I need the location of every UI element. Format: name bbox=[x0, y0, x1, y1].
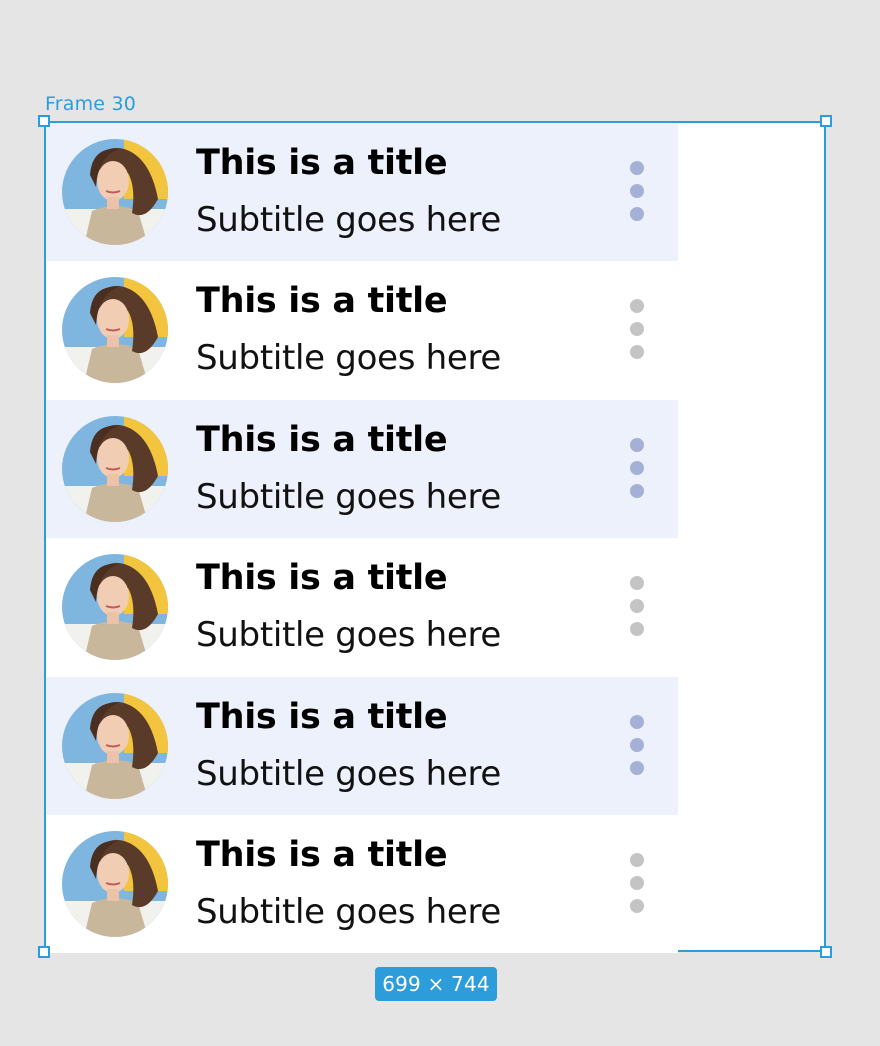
list-item[interactable]: This is a title Subtitle goes here bbox=[46, 399, 678, 539]
dot bbox=[630, 161, 644, 175]
dot bbox=[630, 852, 644, 867]
dot bbox=[630, 345, 644, 360]
dot bbox=[630, 207, 644, 221]
more-vertical-icon[interactable] bbox=[628, 299, 646, 360]
dot bbox=[630, 622, 644, 637]
list-item-title: This is a title bbox=[196, 419, 448, 460]
list-item-title: This is a title bbox=[196, 834, 448, 875]
more-vertical-icon[interactable] bbox=[628, 714, 646, 775]
dot bbox=[630, 483, 644, 498]
dot bbox=[630, 714, 644, 729]
list: This is a title Subtitle goes here This … bbox=[46, 123, 678, 954]
list-item-subtitle: Subtitle goes here bbox=[196, 200, 502, 240]
size-badge: 699 × 744 bbox=[375, 967, 497, 1001]
list-item-subtitle: Subtitle goes here bbox=[196, 476, 502, 517]
avatar-photo-icon bbox=[62, 415, 168, 522]
avatar-photo-icon bbox=[62, 139, 168, 245]
avatar-photo-icon bbox=[62, 554, 168, 661]
avatar-photo-icon bbox=[62, 692, 168, 799]
list-item[interactable]: This is a title Subtitle goes here bbox=[46, 676, 678, 815]
avatar-photo-icon bbox=[62, 277, 168, 384]
more-vertical-icon[interactable] bbox=[628, 576, 646, 637]
more-vertical-icon[interactable] bbox=[628, 852, 646, 913]
list-item[interactable]: This is a title Subtitle goes here bbox=[46, 814, 678, 954]
dot bbox=[630, 760, 644, 775]
frame-label[interactable]: Frame 30 bbox=[45, 93, 136, 115]
dot bbox=[630, 460, 644, 475]
dot bbox=[630, 599, 644, 614]
list-item-subtitle: Subtitle goes here bbox=[196, 615, 502, 656]
dot bbox=[630, 322, 644, 337]
more-vertical-icon[interactable] bbox=[628, 437, 646, 498]
list-item-title: This is a title bbox=[196, 281, 448, 322]
list-item[interactable]: This is a title Subtitle goes here bbox=[46, 261, 678, 400]
dot bbox=[630, 875, 644, 890]
dot bbox=[630, 299, 644, 314]
avatar-photo-icon bbox=[62, 830, 168, 937]
resize-handle-bottom-right[interactable] bbox=[820, 946, 832, 958]
more-vertical-icon[interactable] bbox=[628, 161, 646, 221]
dot bbox=[630, 437, 644, 452]
resize-handle-top-left[interactable] bbox=[38, 115, 50, 127]
list-item[interactable]: This is a title Subtitle goes here bbox=[46, 538, 678, 677]
resize-handle-bottom-left[interactable] bbox=[38, 946, 50, 958]
list-item-subtitle: Subtitle goes here bbox=[196, 753, 502, 794]
list-item-subtitle: Subtitle goes here bbox=[196, 891, 502, 932]
list-item-title: This is a title bbox=[196, 143, 448, 183]
dot bbox=[630, 898, 644, 913]
dot bbox=[630, 184, 644, 198]
dot bbox=[630, 576, 644, 591]
list-item[interactable]: This is a title Subtitle goes here bbox=[46, 123, 678, 262]
dot bbox=[630, 737, 644, 752]
list-item-title: This is a title bbox=[196, 558, 448, 599]
list-item-title: This is a title bbox=[196, 696, 448, 737]
list-item-subtitle: Subtitle goes here bbox=[196, 338, 502, 379]
frame-30[interactable]: This is a title Subtitle goes here This … bbox=[44, 121, 826, 954]
resize-handle-top-right[interactable] bbox=[820, 115, 832, 127]
